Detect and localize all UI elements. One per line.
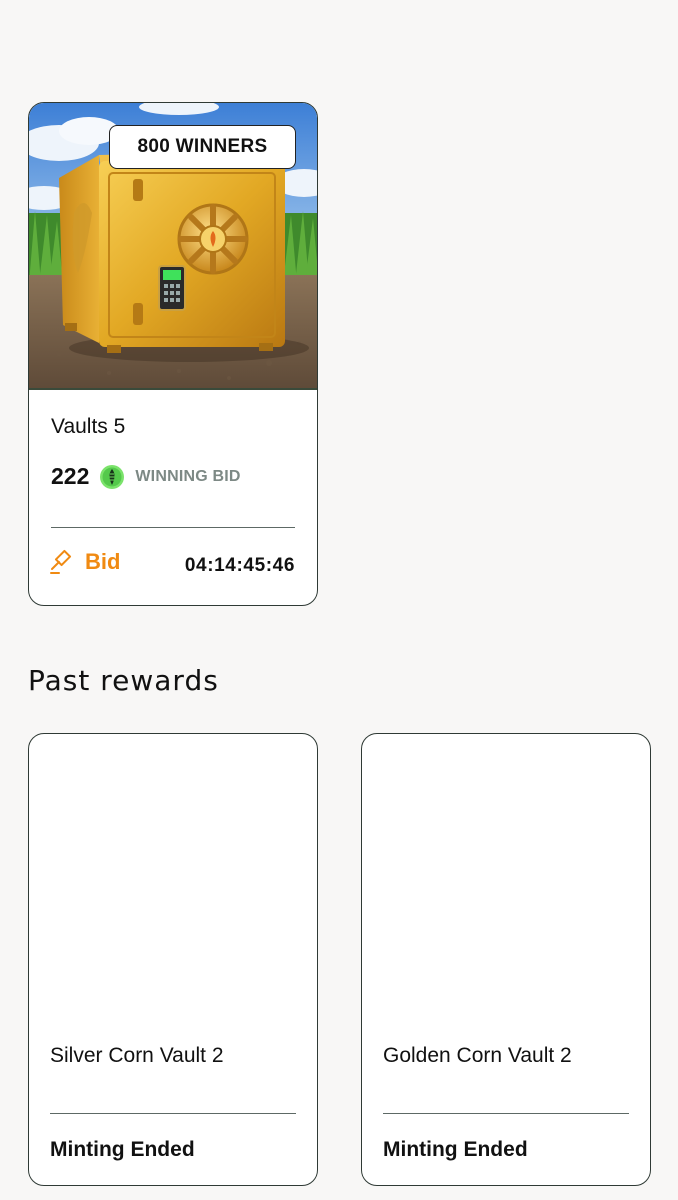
- card-divider: [50, 1113, 296, 1114]
- corn-token-icon: [99, 464, 125, 490]
- bid-label: Bid: [85, 549, 121, 574]
- vault-image: 800 WINNERS: [29, 103, 317, 390]
- past-reward-title: Silver Corn Vault 2: [50, 1044, 224, 1067]
- vault-title: Vaults 5: [51, 415, 126, 438]
- winning-bid-row: 222 WINNING BID: [51, 463, 241, 490]
- bid-caption: WINNING BID: [135, 467, 241, 485]
- past-reward-status: Minting Ended: [50, 1138, 195, 1161]
- countdown-timer: 04:14:45:46: [184, 555, 295, 576]
- past-reward-card[interactable]: Golden Corn Vault 2 Minting Ended: [361, 733, 651, 1186]
- card-divider: [51, 527, 295, 528]
- bid-amount: 222: [51, 463, 90, 489]
- past-reward-status: Minting Ended: [383, 1138, 528, 1161]
- winners-badge: 800 WINNERS: [109, 125, 296, 169]
- bid-button[interactable]: Bid: [49, 549, 120, 575]
- gavel-icon: [49, 549, 75, 575]
- card-divider: [383, 1113, 629, 1114]
- past-rewards-heading: Past rewards: [28, 664, 219, 697]
- past-reward-card[interactable]: Silver Corn Vault 2 Minting Ended: [28, 733, 318, 1186]
- past-reward-title: Golden Corn Vault 2: [383, 1044, 572, 1067]
- featured-vault-card[interactable]: 800 WINNERS Vaults 5 222 WINNING BID Bid…: [28, 102, 318, 606]
